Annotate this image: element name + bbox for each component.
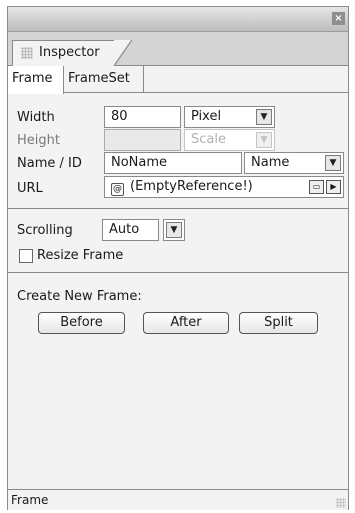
status-text: Frame	[11, 493, 49, 507]
resize-grip-icon[interactable]	[336, 498, 346, 508]
folder-icon[interactable]: ▭	[309, 180, 324, 194]
arrow-right-icon[interactable]: ▶	[326, 180, 341, 194]
status-bar: Frame	[8, 489, 348, 510]
name-id-input[interactable]: NoName	[104, 152, 242, 174]
height-unit-value: Scale	[191, 132, 226, 147]
subtab-bar: Frame FrameSet	[8, 66, 348, 94]
name-id-mode-value: Name	[251, 155, 290, 170]
chevron-down-icon[interactable]: ▼	[166, 222, 182, 238]
tab-inspector[interactable]: Inspector	[12, 40, 115, 66]
url-label: URL	[17, 181, 43, 196]
at-sign-icon: @	[111, 183, 124, 196]
tab-frameset[interactable]: FrameSet	[64, 66, 144, 93]
height-unit-select[interactable]: Scale ▼	[184, 129, 275, 151]
create-new-frame-label: Create New Frame:	[17, 289, 142, 304]
tab-edge	[114, 40, 132, 66]
chevron-down-icon[interactable]: ▼	[256, 109, 272, 125]
split-button[interactable]: Split	[239, 312, 318, 334]
chevron-down-icon[interactable]: ▼	[256, 132, 272, 148]
after-button[interactable]: After	[143, 312, 229, 334]
height-input[interactable]	[104, 129, 181, 151]
tab-inspector-label: Inspector	[39, 45, 100, 60]
inspector-panel: × Inspector Frame FrameSet Width 80 Pixe…	[7, 6, 349, 510]
panel-tabstrip: Inspector	[8, 32, 348, 66]
url-field[interactable]: @ (EmptyReference!) ▭ ▶	[104, 176, 344, 198]
before-button[interactable]: Before	[38, 312, 125, 334]
palette-titlebar[interactable]: ×	[8, 7, 348, 32]
resize-frame-checkbox[interactable]	[19, 249, 33, 263]
scrolling-dropdown-button[interactable]: ▼	[163, 219, 185, 241]
name-id-mode-select[interactable]: Name ▼	[244, 152, 344, 174]
chevron-down-icon[interactable]: ▼	[325, 155, 341, 171]
width-unit-select[interactable]: Pixel ▼	[184, 106, 275, 128]
section-divider	[8, 208, 348, 209]
close-icon[interactable]: ×	[332, 12, 345, 25]
resize-frame-label: Resize Frame	[37, 248, 124, 263]
tab-frame[interactable]: Frame	[8, 66, 64, 94]
width-input[interactable]: 80	[104, 106, 181, 128]
section-divider	[8, 272, 348, 273]
height-label: Height	[17, 133, 60, 148]
width-label: Width	[17, 110, 55, 125]
width-unit-value: Pixel	[191, 109, 222, 124]
scrolling-label: Scrolling	[17, 223, 73, 238]
url-value: (EmptyReference!)	[130, 179, 253, 194]
drag-grip-icon[interactable]	[21, 47, 33, 59]
scrolling-value: Auto	[109, 222, 140, 237]
scrolling-select[interactable]: Auto	[102, 219, 159, 241]
name-id-label: Name / ID	[17, 156, 82, 171]
